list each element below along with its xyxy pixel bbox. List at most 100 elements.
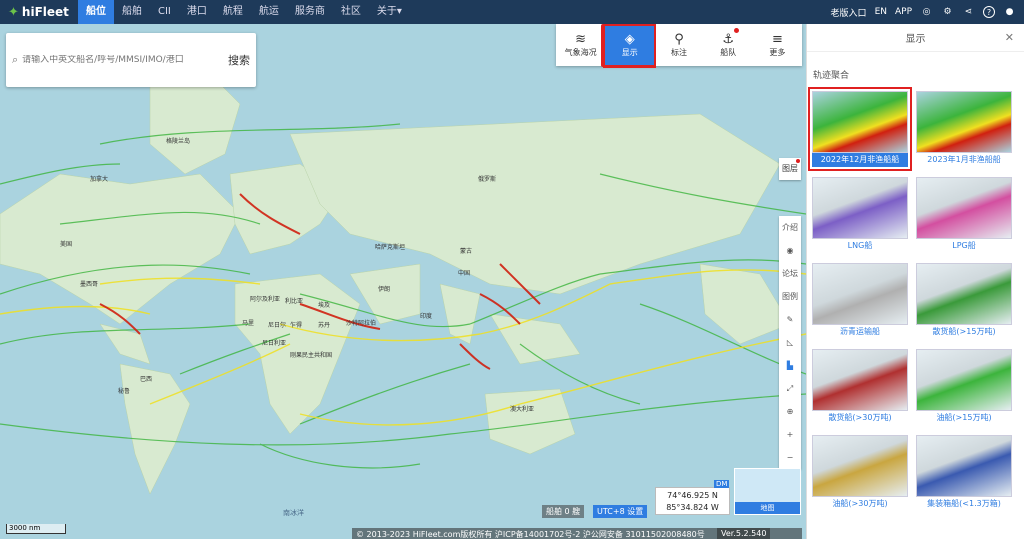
world-map[interactable]: 格陵兰岛 俄罗斯 哈萨克斯坦 蒙古 中国 印度 伊朗 沙特阿拉伯 阿尔及利亚 利… (0, 24, 806, 539)
nav-item-ports[interactable]: 港口 (179, 0, 215, 24)
card-asphalt[interactable]: 沥青运输船 (812, 263, 908, 339)
basemap-switcher[interactable]: 地图 (734, 468, 801, 515)
ruler-icon[interactable]: ✎ (779, 308, 801, 331)
search-button[interactable]: 搜索 (228, 52, 250, 68)
broadcast-icon[interactable]: ◉ (779, 239, 801, 262)
section-title: 轨迹聚合 (813, 71, 850, 81)
map-label: 尼日利亚 (262, 340, 287, 347)
card-thumbnail (812, 263, 908, 325)
track-aggregation-grid: 2022年12月非渔船船 2023年1月非渔船船 LNG船 LPG船 沥青运输船… (807, 87, 1024, 511)
share-icon[interactable]: ⋖ (962, 6, 975, 19)
annotate-label: 标注 (671, 48, 687, 57)
area-icon[interactable]: ▙ (779, 354, 801, 377)
nav-item-cii[interactable]: CII (150, 0, 179, 24)
fleet-icon: ⚓ (722, 32, 735, 47)
map-label: 埃及 (318, 302, 331, 309)
card-label: LNG船 (847, 241, 873, 250)
card-bulk-150k[interactable]: 散货船(>15万吨) (916, 263, 1012, 339)
map-label: 伊朗 (378, 286, 391, 293)
card-lpg[interactable]: LPG船 (916, 177, 1012, 253)
coord-format-toggle[interactable]: DM (714, 480, 730, 488)
map-label: 美国 (60, 241, 73, 248)
weather-button[interactable]: ≋ 气象海况 (556, 24, 605, 66)
wechat-icon[interactable]: ◎ (920, 6, 933, 19)
top-navbar: ✦ hiFleet 船位 船舶 CII 港口 航程 航运 服务商 社区 关于▾ … (0, 0, 1024, 24)
card-thumbnail (916, 91, 1012, 153)
panel-title: 显示 (905, 34, 926, 45)
card-2022-12-non-fishing[interactable]: 2022年12月非渔船船 (808, 87, 912, 171)
nav-item-services[interactable]: 服务商 (287, 0, 333, 24)
fullscreen-icon[interactable]: ⤢ (779, 377, 801, 400)
settings-icon[interactable]: ⚙ (941, 6, 954, 19)
close-icon[interactable]: ✕ (1005, 31, 1014, 44)
nav-item-community[interactable]: 社区 (333, 0, 369, 24)
nav-item-ships[interactable]: 船舶 (114, 0, 150, 24)
pin-icon: ⚲ (674, 32, 684, 47)
logo[interactable]: ✦ hiFleet (0, 0, 78, 24)
card-oil-300k[interactable]: 油船(>30万吨) (812, 435, 908, 511)
old-version-link[interactable]: 老版入口 (831, 6, 867, 19)
map-label: 澳大利亚 (510, 406, 535, 413)
nav-item-about[interactable]: 关于▾ (369, 0, 410, 24)
map-label: 哈萨克斯坦 (375, 244, 406, 251)
card-label: 油船(>15万吨) (936, 413, 992, 422)
nav-item-position[interactable]: 船位 (78, 0, 114, 24)
language-toggle[interactable]: EN (875, 7, 887, 17)
help-icon[interactable]: ? (983, 6, 995, 18)
map-label: 阿尔及利亚 (250, 296, 281, 303)
legend-button[interactable]: 图例 (779, 285, 801, 308)
map-canvas (0, 24, 806, 539)
card-lng[interactable]: LNG船 (812, 177, 908, 253)
nav-item-shipping[interactable]: 航运 (251, 0, 287, 24)
card-label: 油船(>30万吨) (832, 499, 888, 508)
right-nav: 老版入口 EN APP ◎ ⚙ ⋖ ? ● (831, 6, 1024, 19)
map-label: 巴西 (140, 376, 153, 383)
map-label: 沙特阿拉伯 (346, 320, 377, 327)
nav-about-label: 关于 (376, 6, 397, 17)
coordinate-readout: 74°46.925 N 85°34.824 W (655, 487, 730, 515)
search-box: ⌕ 搜索 (6, 33, 256, 87)
nav-item-voyage[interactable]: 航程 (215, 0, 251, 24)
card-bulk-300k[interactable]: 散货船(>30万吨) (812, 349, 908, 425)
weather-label: 气象海况 (564, 48, 597, 57)
fleet-button[interactable]: ⚓ 船队 (704, 24, 753, 66)
display-panel: 显示 ✕ 轨迹聚合 2022年12月非渔船船 2023年1月非渔船船 LNG船 … (806, 24, 1024, 539)
user-icon[interactable]: ● (1003, 6, 1016, 19)
card-thumbnail (916, 435, 1012, 497)
layer-button[interactable]: 图层 (779, 158, 801, 180)
search-input[interactable] (22, 55, 203, 65)
map-label: 格陵兰岛 (166, 138, 191, 145)
map-side-tools: 介绍 ◉ 论坛 图例 ✎ ◺ ▙ ⤢ ⊕ + − (779, 216, 801, 469)
card-container[interactable]: 集装箱船(<1.3万箱) (916, 435, 1012, 511)
latitude: 74°46.925 N (667, 491, 718, 500)
app-link[interactable]: APP (895, 7, 912, 17)
card-label: LPG船 (952, 241, 976, 250)
map-label: 苏丹 (318, 322, 331, 329)
map-label: 俄罗斯 (478, 176, 497, 183)
zoom-out-icon[interactable]: − (779, 446, 801, 469)
card-2023-01-non-fishing[interactable]: 2023年1月非渔船船 (916, 91, 1012, 167)
annotate-button[interactable]: ⚲ 标注 (654, 24, 703, 66)
zoom-in-icon[interactable]: + (779, 423, 801, 446)
card-label: 散货船(>30万吨) (828, 413, 892, 422)
forum-button[interactable]: 论坛 (779, 262, 801, 285)
locate-icon[interactable]: ⊕ (779, 400, 801, 423)
card-label: 集装箱船(<1.3万箱) (927, 499, 1001, 508)
scale-bar: 3000 nm (6, 524, 66, 534)
card-oil-150k[interactable]: 油船(>15万吨) (916, 349, 1012, 425)
card-thumbnail (812, 435, 908, 497)
angle-icon[interactable]: ◺ (779, 331, 801, 354)
card-thumbnail (916, 263, 1012, 325)
map-label: 中国 (458, 270, 471, 277)
more-button[interactable]: ≡ 更多 (753, 24, 802, 66)
basemap-label: 地图 (735, 502, 800, 514)
display-button[interactable]: ◈ 显示 (603, 24, 657, 68)
intro-button[interactable]: 介绍 (779, 216, 801, 239)
panel-header: 显示 ✕ (807, 24, 1024, 52)
ocean-label: 南冰洋 (283, 509, 304, 517)
version: Ver.5.2.540 (717, 528, 771, 539)
card-thumbnail (812, 177, 908, 239)
utc-setting[interactable]: UTC+8 设置 (593, 505, 648, 518)
notification-dot (796, 159, 800, 163)
card-thumbnail (812, 349, 908, 411)
